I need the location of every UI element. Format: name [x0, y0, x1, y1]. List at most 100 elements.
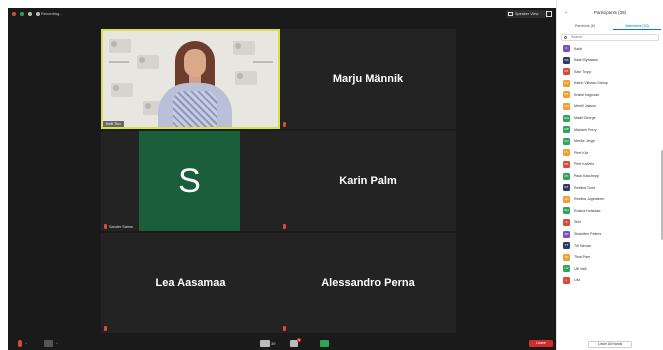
list-item[interactable]: PK Piret Kivi: [563, 147, 659, 159]
list-item[interactable]: MJ Merell Jakson: [563, 101, 659, 113]
info-icon[interactable]: [28, 12, 32, 16]
attendee-name: Reelika Turet: [574, 185, 596, 190]
list-item[interactable]: TT Tiit Tahvan: [563, 240, 659, 252]
participants-icon[interactable]: [260, 340, 270, 347]
avatar: K: [563, 45, 570, 52]
fullscreen-icon[interactable]: [546, 11, 552, 17]
avatar: TT: [563, 242, 570, 250]
list-item[interactable]: KT Kaie Tropp: [563, 66, 659, 78]
list-item[interactable]: MG Madli George: [563, 113, 659, 125]
participants-panel: ⌄ Participants (39) Panelists (6) Attend…: [556, 0, 663, 350]
attendee-name: Tiit Tahvan: [574, 243, 592, 248]
participant-name: Alessandro Perna: [321, 277, 415, 289]
share-screen-icon[interactable]: [320, 340, 329, 347]
person-face: [184, 49, 206, 77]
list-item[interactable]: UV Ulli Valk: [563, 263, 659, 275]
attendee-name: Liivi: [574, 278, 581, 283]
attendee-name: Tiina Parn: [574, 255, 591, 260]
muted-mic-icon: [283, 122, 286, 127]
shield-icon[interactable]: [20, 12, 24, 16]
video-name-label: Keili Tiro: [103, 121, 124, 127]
avatar: KV: [563, 79, 570, 87]
video-tile-speaker[interactable]: Keili Tiro: [101, 29, 280, 129]
attendee-name: Reelika Jogelainen: [574, 197, 605, 202]
list-item[interactable]: K Kaidi: [563, 43, 659, 55]
list-item[interactable]: TP Tiina Parn: [563, 252, 659, 264]
participant-tile[interactable]: Lea Aasamaa: [101, 233, 280, 333]
view-button[interactable]: Speaker View: [506, 10, 548, 18]
avatar: MJ: [563, 137, 570, 145]
scrollbar[interactable]: [661, 150, 663, 240]
avatar: SP: [563, 230, 570, 238]
wall-logo: [137, 55, 159, 69]
avatar: RJ: [563, 195, 570, 203]
avatar: MJ: [563, 102, 570, 110]
muted-mic-icon: [104, 224, 107, 229]
record-icon[interactable]: [36, 12, 40, 16]
list-item[interactable]: PK Pauli Kaschepp: [563, 171, 659, 183]
wall-logo: [111, 83, 133, 97]
attendee-name: Merell Jakson: [574, 104, 597, 109]
list-item[interactable]: RJ Reelika Jogelainen: [563, 194, 659, 206]
avatar: TP: [563, 253, 570, 261]
video-camera-icon[interactable]: [44, 340, 53, 347]
attendee-name: Sirle: [574, 220, 582, 225]
wall-logo: [233, 41, 255, 55]
attendee-list: K Kaidi KB Kadri Byttaisen KT Kaie Tropp KV Kat…: [563, 43, 659, 286]
avatar: KT: [563, 68, 570, 76]
search-input[interactable]: Search: [561, 34, 659, 41]
list-item[interactable]: PK Piret Kalvelo: [563, 159, 659, 171]
chat-icon[interactable]: 9: [290, 338, 301, 347]
list-item[interactable]: KK Kristel Kagovan: [563, 89, 659, 101]
attendee-name: Madli George: [574, 116, 596, 121]
list-item[interactable]: RH Rosina Holsutad: [563, 205, 659, 217]
list-item[interactable]: KB Kadri Byttaisen: [563, 55, 659, 67]
list-item[interactable]: L Liivi: [563, 275, 659, 287]
view-label: Speaker View: [515, 12, 539, 16]
tab-panelists[interactable]: Panelists (6): [561, 22, 609, 30]
attendee-name: Ulli Valk: [574, 266, 587, 271]
avatar: S: [563, 218, 570, 226]
recording-dot-icon: [12, 12, 16, 16]
participant-tile[interactable]: S Sander Salme: [101, 131, 280, 231]
attendee-name: Mariann Porry: [574, 127, 597, 132]
panel-tabs: Panelists (6) Attendees (33): [561, 22, 661, 30]
list-item[interactable]: KV Katrin Villman-Stump: [563, 78, 659, 90]
avatar: S: [139, 131, 240, 231]
chevron-up-icon[interactable]: ^: [25, 341, 27, 346]
attendee-name: Sinardlen Pellers: [574, 232, 602, 236]
muted-mic-icon: [283, 326, 286, 331]
participant-tile[interactable]: Alessandro Perna: [280, 233, 456, 333]
list-item[interactable]: MJ Merike Jerge: [563, 136, 659, 148]
list-item[interactable]: SP Sinardlen Pellers: [563, 229, 659, 241]
participant-tile[interactable]: Karin Palm: [280, 131, 456, 231]
lower-all-hands-button[interactable]: Lower All Hands: [588, 341, 632, 348]
recording-label: Recording...: [41, 11, 63, 16]
participant-tile[interactable]: Marju Männik: [280, 29, 456, 129]
tab-attendees[interactable]: Attendees (33): [613, 22, 661, 30]
participant-name: Lea Aasamaa: [155, 277, 226, 289]
participant-caption: Sander Salme: [109, 225, 134, 229]
list-item[interactable]: RT Reelika Turet: [563, 182, 659, 194]
avatar: PK: [563, 172, 570, 180]
bottom-toolbar: ^ ^ 39 9 Leave: [8, 337, 556, 350]
attendee-name: Piret Kalvelo: [574, 162, 595, 167]
attendee-name: Merike Jerge: [574, 139, 595, 144]
leave-button[interactable]: Leave: [529, 340, 553, 347]
list-item[interactable]: MP Mariann Porry: [563, 124, 659, 136]
panel-title: Participants (39): [594, 10, 626, 15]
muted-mic-icon: [283, 224, 286, 229]
avatar: UV: [563, 265, 570, 273]
chevron-up-icon[interactable]: ^: [56, 341, 58, 346]
wall-text: [109, 61, 129, 63]
avatar: PK: [563, 160, 570, 168]
search-icon: [564, 36, 567, 39]
mic-muted-icon[interactable]: [18, 340, 22, 347]
list-item[interactable]: S Sirle: [563, 217, 659, 229]
attendee-name: Kadri Byttaisen: [574, 58, 599, 63]
person-shirt: [173, 91, 217, 127]
wall-logo: [109, 39, 131, 53]
meeting-window: Recording... Speaker View Keili Tiro Mar…: [8, 8, 556, 350]
attendee-name: Rosina Holsutad: [574, 208, 601, 213]
participant-name: Karin Palm: [339, 175, 397, 187]
